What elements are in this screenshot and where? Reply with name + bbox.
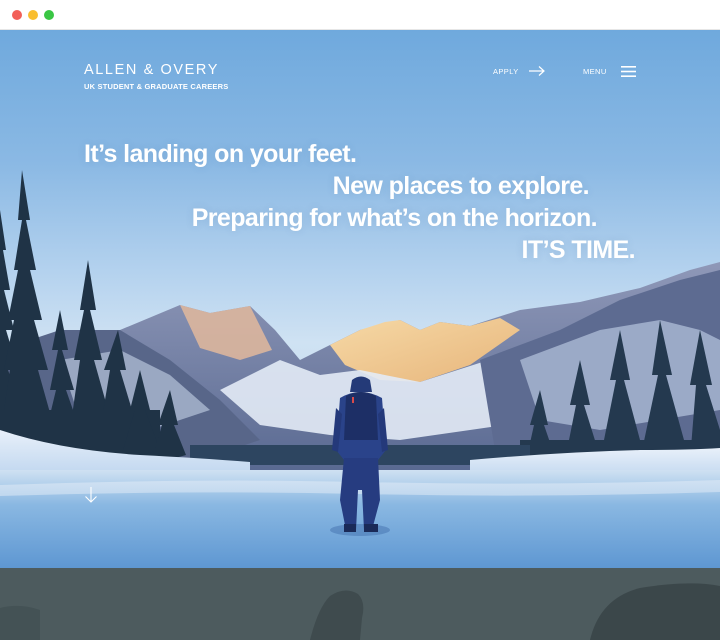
menu-label: MENU bbox=[583, 66, 607, 76]
menu-button[interactable]: MENU bbox=[583, 64, 636, 78]
close-window-button[interactable] bbox=[12, 10, 22, 20]
headline-line-2: New places to explore. bbox=[332, 172, 590, 200]
arrow-right-icon bbox=[528, 66, 545, 76]
brand-logo[interactable]: ALLEN & OVERY bbox=[84, 62, 219, 78]
site-tagline: UK STUDENT & GRADUATE CAREERS bbox=[84, 82, 229, 91]
hamburger-icon bbox=[620, 65, 636, 77]
headline-line-4: IT’S TIME. bbox=[521, 236, 636, 264]
headline-line-1: It’s landing on your feet. bbox=[84, 140, 357, 168]
hero-section: ALLEN & OVERY UK STUDENT & GRADUATE CARE… bbox=[0, 30, 720, 568]
next-section-image bbox=[0, 583, 720, 640]
maximize-window-button[interactable] bbox=[44, 10, 54, 20]
apply-button[interactable]: APPLY bbox=[493, 64, 545, 78]
apply-label: APPLY bbox=[493, 66, 519, 76]
hero-landscape-image bbox=[0, 170, 720, 568]
minimize-window-button[interactable] bbox=[28, 10, 38, 20]
arrow-down-icon[interactable] bbox=[84, 487, 98, 503]
browser-chrome bbox=[0, 0, 720, 30]
next-section-preview bbox=[0, 568, 720, 640]
headline-line-3: Preparing for what’s on the horizon. bbox=[191, 204, 598, 232]
